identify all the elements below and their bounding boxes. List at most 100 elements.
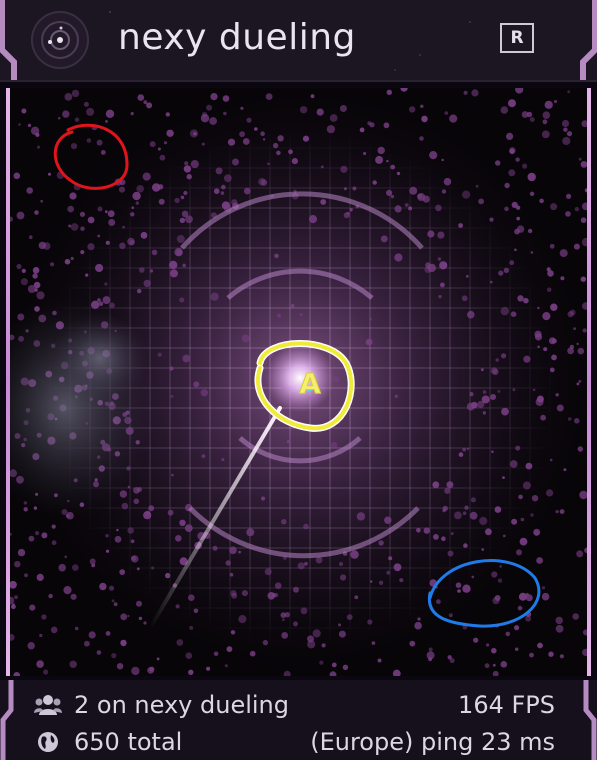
- dust-particle: [312, 629, 321, 638]
- dust-particle: [523, 355, 531, 363]
- dust-particle: [50, 626, 58, 634]
- dust-particle: [307, 640, 316, 649]
- dust-particle: [499, 565, 502, 568]
- dust-particle: [138, 616, 143, 621]
- dust-particle: [36, 660, 44, 668]
- dust-particle: [225, 560, 231, 566]
- dust-particle: [562, 136, 571, 146]
- dust-particle: [461, 295, 468, 302]
- dust-particle: [462, 447, 467, 452]
- dust-particle: [469, 511, 478, 520]
- dust-particle: [120, 613, 128, 621]
- dust-particle: [491, 450, 494, 454]
- dust-particle: [428, 647, 433, 652]
- dust-particle: [338, 623, 341, 627]
- dust-particle: [74, 626, 79, 631]
- dust-particle: [542, 119, 548, 125]
- dust-particle: [229, 546, 237, 555]
- dust-particle: [543, 347, 548, 352]
- dust-particle: [567, 311, 574, 318]
- dust-particle: [303, 523, 309, 530]
- dust-particle: [27, 642, 35, 650]
- dust-particle: [532, 388, 536, 392]
- dust-particle: [221, 184, 226, 190]
- dust-particle: [463, 90, 468, 95]
- dust-particle: [111, 653, 117, 659]
- dust-particle: [551, 354, 557, 361]
- dust-particle: [114, 535, 122, 543]
- dust-particle: [136, 567, 140, 571]
- dust-particle: [439, 261, 448, 270]
- dust-particle: [262, 639, 269, 646]
- dust-particle: [441, 158, 444, 162]
- dust-particle: [416, 527, 421, 533]
- dust-particle: [240, 106, 244, 110]
- dust-particle: [438, 295, 442, 299]
- dust-particle: [497, 578, 503, 583]
- dust-particle: [13, 172, 21, 180]
- dust-particle: [130, 112, 134, 116]
- dust-particle: [555, 624, 564, 633]
- dust-particle: [498, 270, 504, 276]
- dust-particle: [16, 211, 25, 220]
- dust-particle: [87, 243, 95, 251]
- dust-particle: [394, 205, 402, 213]
- dust-particle: [469, 392, 474, 397]
- dust-particle: [481, 395, 490, 404]
- dust-particle: [576, 550, 584, 558]
- radar-logo-icon[interactable]: [30, 10, 90, 70]
- dust-particle: [105, 549, 110, 553]
- dust-particle: [221, 201, 230, 210]
- fps-counter: 164 FPS: [458, 691, 555, 719]
- dust-particle: [372, 180, 377, 185]
- dust-particle: [163, 141, 168, 145]
- ranked-button[interactable]: R: [500, 23, 534, 53]
- dust-particle: [111, 599, 115, 603]
- dust-particle: [574, 418, 580, 424]
- dust-particle: [316, 108, 324, 116]
- dust-particle: [288, 149, 293, 155]
- dust-particle: [210, 292, 219, 301]
- dust-particle: [105, 120, 108, 123]
- dust-particle: [517, 295, 524, 302]
- dust-particle: [534, 330, 542, 338]
- dust-particle: [443, 177, 452, 186]
- dust-particle: [396, 171, 401, 176]
- dust-particle: [118, 186, 126, 193]
- dust-particle: [260, 179, 268, 186]
- game-arena[interactable]: A: [10, 88, 587, 676]
- dust-particle: [239, 131, 246, 138]
- dust-particle: [550, 203, 558, 211]
- dust-particle: [320, 165, 324, 169]
- dust-particle: [550, 303, 558, 311]
- dust-particle: [79, 211, 86, 217]
- dust-particle: [223, 111, 227, 116]
- dust-particle: [480, 368, 484, 372]
- dust-particle: [414, 621, 422, 630]
- dust-particle: [74, 117, 80, 122]
- dust-particle: [51, 524, 56, 529]
- dust-particle: [35, 132, 40, 137]
- dust-particle: [182, 354, 191, 363]
- dust-particle: [537, 306, 540, 310]
- arena-canvas[interactable]: A: [10, 88, 587, 676]
- dust-particle: [182, 263, 186, 268]
- dust-particle: [24, 573, 28, 578]
- dust-particle: [223, 174, 232, 183]
- dust-particle: [470, 497, 476, 503]
- dust-particle: [226, 646, 233, 652]
- dust-particle: [386, 189, 393, 196]
- dust-particle: [105, 109, 115, 118]
- dust-particle: [87, 216, 95, 224]
- dust-particle: [339, 562, 343, 566]
- dust-particle: [408, 206, 413, 211]
- dust-particle: [537, 345, 540, 349]
- dust-particle: [504, 206, 509, 212]
- dust-particle: [127, 527, 134, 534]
- dust-particle: [137, 288, 142, 294]
- dust-particle: [179, 297, 185, 303]
- dust-particle: [530, 513, 534, 517]
- dust-particle: [444, 111, 449, 115]
- dust-particle: [68, 224, 72, 228]
- dust-particle: [346, 614, 353, 620]
